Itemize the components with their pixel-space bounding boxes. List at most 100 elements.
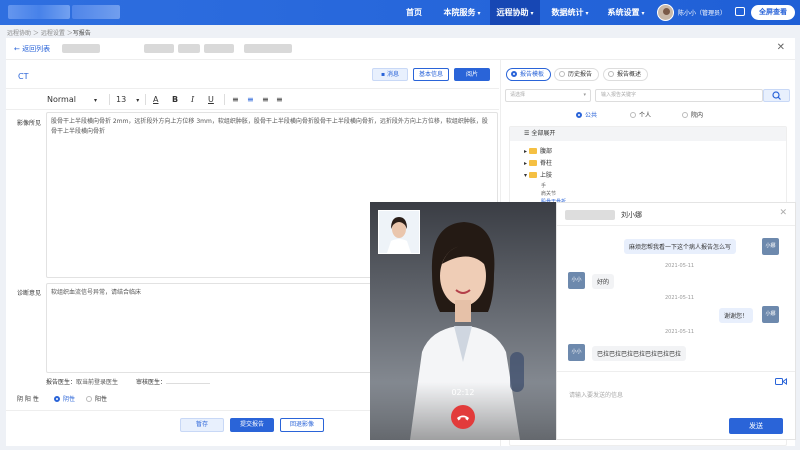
- align-right-icon[interactable]: ≡: [262, 95, 269, 104]
- chat-contact-redacted: [565, 210, 615, 220]
- chat-icon: ▪: [380, 71, 386, 78]
- radio-checked-icon: [54, 396, 60, 402]
- divider: [224, 94, 225, 105]
- nav-home[interactable]: 首页: [398, 0, 430, 25]
- chat-message-received: 巴拉巴拉巴拉巴拉巴拉巴拉巴拉: [592, 346, 687, 361]
- tree-node-upper-limb[interactable]: ▾ 上肢: [524, 170, 552, 179]
- chevron-down-icon: ▾: [136, 97, 140, 104]
- font-style-select[interactable]: Normal ▾: [47, 95, 97, 104]
- chat-panel: 刘小娜 ✕ 麻烦您帮我看一下这个病人报告怎么写 小娜 2021-05-11 小小…: [556, 202, 796, 440]
- text-color-icon[interactable]: A: [153, 95, 158, 104]
- view-film-button[interactable]: 阅片: [454, 68, 490, 81]
- caret-right-icon: ▸: [524, 148, 528, 155]
- self-video-feed: [387, 217, 411, 253]
- chevron-down-icon: ▾: [641, 10, 645, 17]
- folder-icon: [528, 172, 537, 178]
- self-video-thumbnail[interactable]: [378, 210, 420, 254]
- chevron-down-icon: ▾: [530, 10, 534, 17]
- return-image-button[interactable]: 回退影像: [280, 418, 324, 432]
- tree-node-abdomen[interactable]: ▸ 腹部: [524, 146, 552, 155]
- caret-down-icon: ▾: [524, 172, 528, 179]
- message-button[interactable]: ▪ 消息: [372, 68, 408, 81]
- template-search-input[interactable]: 输入报告关键字: [595, 89, 763, 102]
- tab-report-template[interactable]: 报告模板: [506, 68, 552, 81]
- chat-input[interactable]: 请输入要发送的信息: [569, 390, 623, 399]
- divider: [109, 94, 110, 105]
- scope-public[interactable]: 公共: [576, 110, 597, 119]
- radio-unchecked-icon: [630, 112, 636, 118]
- bold-icon[interactable]: B: [172, 95, 178, 104]
- video-call-icon[interactable]: [775, 377, 787, 386]
- top-nav-bar: 首页 本院服务 ▾ 远程协助 ▾ 数据统计 ▾ 系统设置 ▾ 陈小小（管理员） 全屏查看: [0, 0, 800, 25]
- chat-title: 刘小娜: [621, 211, 642, 219]
- nav-settings[interactable]: 系统设置 ▾: [600, 0, 652, 25]
- template-category-select[interactable]: 请选择 ▾: [505, 89, 591, 102]
- chevron-down-icon: ▾: [477, 10, 481, 17]
- user-name[interactable]: 陈小小（管理员）: [678, 8, 726, 17]
- font-size-select[interactable]: 13 ▾: [116, 95, 139, 104]
- patient-info-redacted: [144, 44, 174, 53]
- reviewer-input[interactable]: [166, 383, 211, 384]
- align-justify-icon[interactable]: ≡: [276, 95, 283, 104]
- message-icon[interactable]: [735, 7, 745, 16]
- hang-up-button[interactable]: [451, 405, 475, 429]
- send-button[interactable]: 发送: [729, 418, 783, 434]
- basic-info-button[interactable]: 基本信息: [413, 68, 449, 81]
- chat-timestamp: 2021-05-11: [665, 295, 695, 301]
- tab-report-overview[interactable]: 报告概述: [603, 68, 649, 81]
- nav-statistics[interactable]: 数据统计 ▾: [544, 0, 596, 25]
- save-draft-button[interactable]: 暂存: [180, 418, 224, 432]
- chevron-down-icon: ▾: [585, 10, 589, 17]
- radio-unchecked-icon: [682, 112, 688, 118]
- avatar: 小娜: [762, 238, 779, 255]
- avatar: 小小: [568, 272, 585, 289]
- divider: [557, 371, 795, 372]
- hospital-logo-text: [72, 5, 120, 19]
- chat-message-received: 好的: [592, 274, 615, 289]
- nav-hospital-service[interactable]: 本院服务 ▾: [436, 0, 488, 25]
- nav-remote-assist[interactable]: 远程协助 ▾: [490, 0, 540, 25]
- tree-node-spine[interactable]: ▸ 脊柱: [524, 158, 552, 167]
- hospital-logo: [8, 5, 70, 19]
- patient-info-redacted: [62, 44, 100, 53]
- close-icon[interactable]: ✕: [777, 42, 785, 53]
- chevron-down-icon: ▾: [93, 97, 97, 104]
- radio-checked-icon: [511, 71, 517, 77]
- breadcrumb: 远程协助 ＞ 远程设置 ＞写报告: [7, 30, 91, 37]
- chevron-down-icon: ▾: [583, 92, 586, 98]
- close-icon[interactable]: ✕: [779, 208, 787, 218]
- expand-icon: ☰: [524, 130, 530, 137]
- align-center-icon[interactable]: ≡: [247, 95, 254, 104]
- scope-hospital[interactable]: 院内: [682, 110, 703, 119]
- editor-toolbar: Normal ▾ 13 ▾ A B I U ≡ ≡ ≡ ≡: [6, 88, 499, 110]
- divider: [145, 94, 146, 105]
- underline-icon[interactable]: U: [208, 95, 214, 104]
- tab-history-report[interactable]: 历史报告: [554, 68, 600, 81]
- back-to-list-button[interactable]: ← 返回列表: [14, 44, 50, 54]
- chat-timestamp: 2021-05-11: [665, 329, 695, 335]
- modality-label: CT: [18, 72, 29, 81]
- radio-negative[interactable]: 阴性: [54, 394, 75, 403]
- divider: [557, 225, 795, 226]
- findings-label: 影像所见: [17, 120, 42, 127]
- user-avatar[interactable]: [657, 4, 674, 21]
- patient-info-redacted: [244, 44, 292, 53]
- patient-info-redacted: [178, 44, 200, 53]
- italic-icon[interactable]: I: [191, 95, 194, 104]
- phone-hangup-icon: [457, 415, 469, 421]
- report-header: ← 返回列表 ✕: [6, 38, 795, 60]
- chat-message-sent: 麻烦您帮我看一下这个病人报告怎么写: [624, 239, 737, 254]
- radio-positive[interactable]: 阳性: [86, 394, 107, 403]
- fullscreen-button[interactable]: 全屏查看: [751, 5, 795, 20]
- expand-all-button[interactable]: ☰ 全部展开: [510, 127, 786, 141]
- tree-leaf[interactable]: 肩关节: [541, 190, 556, 197]
- scope-personal[interactable]: 个人: [630, 110, 651, 119]
- search-button[interactable]: [763, 89, 790, 102]
- tree-leaf[interactable]: 手: [541, 182, 546, 189]
- report-doctor: 报告医生：取当前登录医生: [46, 379, 119, 386]
- align-left-icon[interactable]: ≡: [232, 95, 239, 104]
- video-camera-icon: [775, 378, 787, 385]
- submit-report-button[interactable]: 提交报告: [230, 418, 274, 432]
- result-label: 阴 阳 性: [17, 396, 39, 403]
- radio-checked-icon: [576, 112, 582, 118]
